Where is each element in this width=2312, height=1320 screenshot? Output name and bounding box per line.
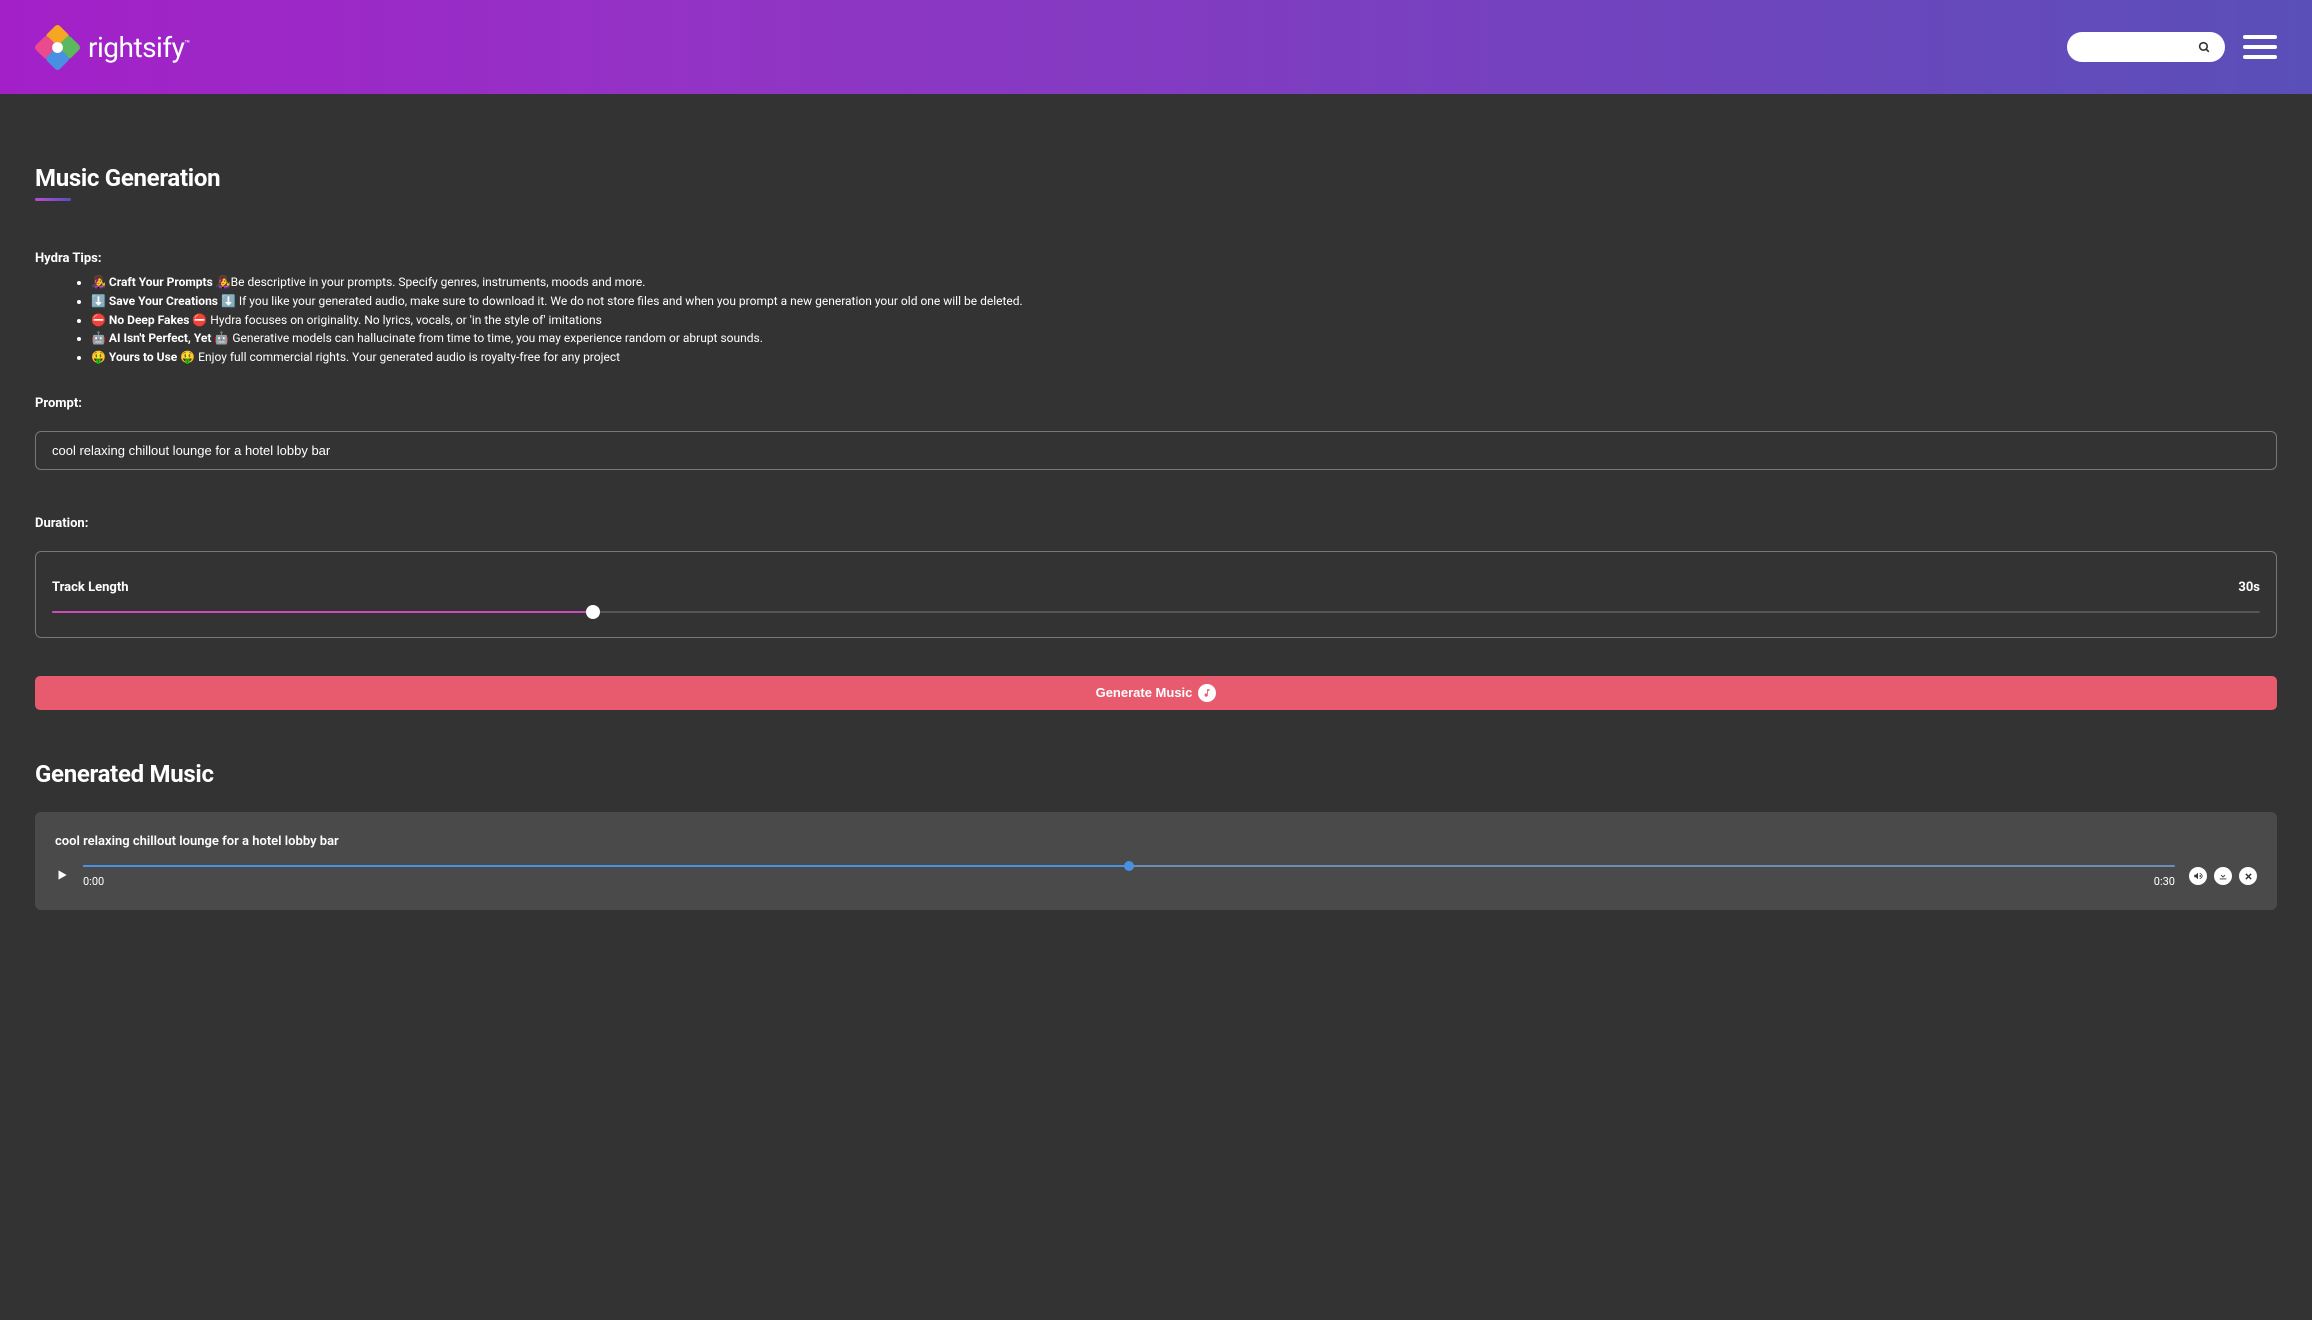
time-total: 0:30 [2154, 875, 2175, 888]
time-current: 0:00 [83, 875, 104, 888]
generated-music-title: Generated Music [35, 760, 2277, 788]
tips-heading: Hydra Tips: [35, 251, 2277, 266]
duration-slider[interactable] [52, 611, 2260, 613]
track-length-label: Track Length [52, 580, 129, 595]
download-button[interactable] [2214, 867, 2232, 885]
player-card: cool relaxing chillout lounge for a hote… [35, 812, 2277, 910]
logo-text: rightsify™ [88, 31, 189, 64]
progress-slider[interactable] [83, 865, 2175, 867]
tips-list: 👩‍🎤 Craft Your Prompts 👩‍🎤Be descriptive… [35, 274, 2277, 366]
tip-item: ⬇️ Save Your Creations ⬇️ If you like yo… [91, 293, 2277, 310]
duration-box: Track Length 30s [35, 551, 2277, 638]
header-right [2067, 32, 2277, 62]
logo-icon [35, 25, 80, 70]
duration-value: 30s [2238, 580, 2260, 595]
title-underline [35, 198, 71, 201]
play-button[interactable] [55, 867, 69, 886]
download-icon [2218, 871, 2228, 881]
search-icon [2198, 41, 2211, 54]
tip-item: 👩‍🎤 Craft Your Prompts 👩‍🎤Be descriptive… [91, 274, 2277, 291]
duration-label: Duration: [35, 516, 2277, 531]
music-icon [1198, 684, 1216, 702]
main-content: Music Generation Hydra Tips: 👩‍🎤 Craft Y… [0, 94, 2312, 950]
volume-icon [2193, 871, 2203, 881]
tip-item: ⛔ No Deep Fakes ⛔ Hydra focuses on origi… [91, 312, 2277, 329]
tip-item: 🤖 AI Isn't Perfect, Yet 🤖 Generative mod… [91, 330, 2277, 347]
slider-thumb[interactable] [586, 605, 600, 619]
logo[interactable]: rightsify™ [35, 25, 189, 70]
progress-area: 0:00 0:30 [83, 865, 2175, 888]
menu-button[interactable] [2243, 35, 2277, 59]
progress-thumb[interactable] [1124, 861, 1134, 871]
player-controls [2189, 867, 2257, 885]
app-header: rightsify™ [0, 0, 2312, 94]
tip-item: 🤑 Yours to Use 🤑 Enjoy full commercial r… [91, 349, 2277, 366]
page-title: Music Generation [35, 164, 2277, 192]
prompt-input[interactable] [35, 431, 2277, 470]
search-input[interactable] [2067, 32, 2225, 62]
generate-button[interactable]: Generate Music [35, 676, 2277, 710]
close-icon [2244, 872, 2253, 881]
play-icon [55, 868, 69, 882]
player-track-title: cool relaxing chillout lounge for a hote… [55, 834, 2257, 849]
volume-button[interactable] [2189, 867, 2207, 885]
prompt-label: Prompt: [35, 396, 2277, 411]
close-button[interactable] [2239, 867, 2257, 885]
